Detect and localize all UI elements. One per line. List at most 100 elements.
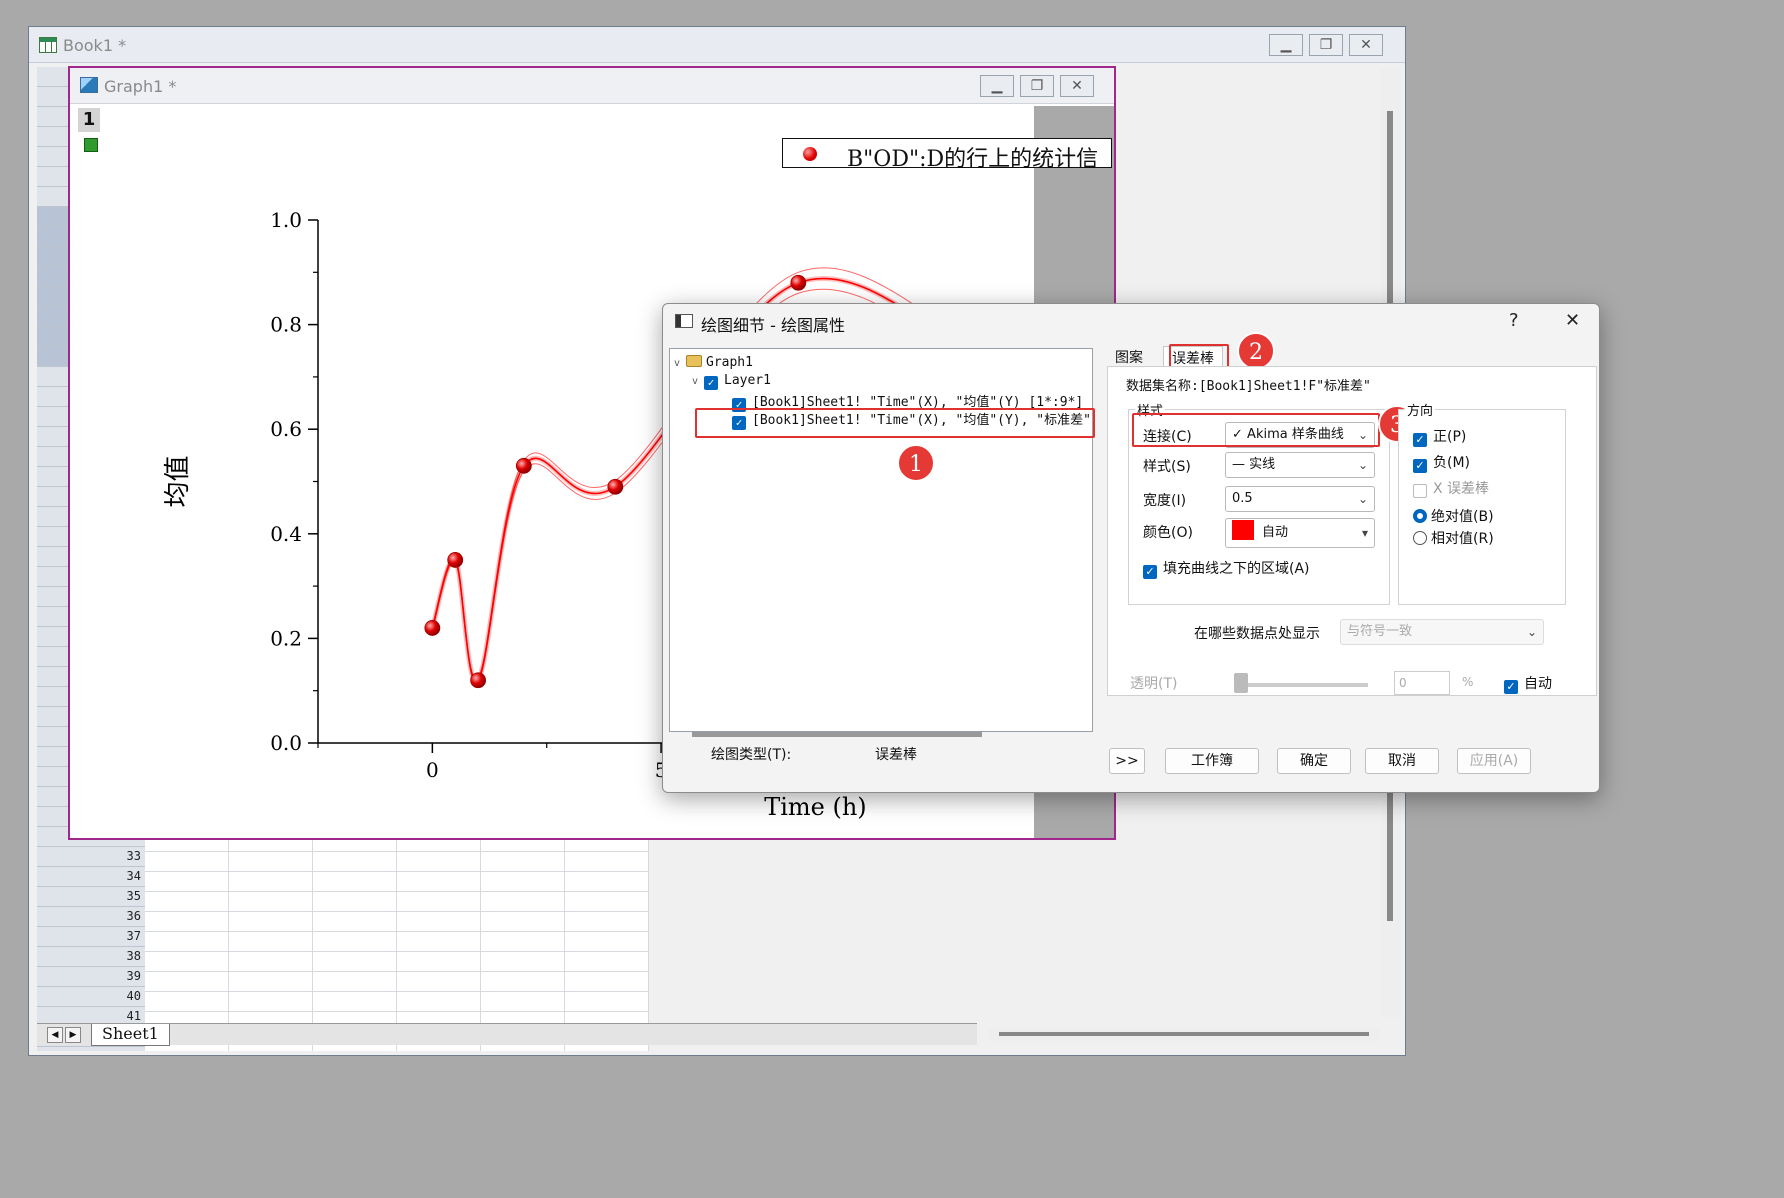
ok-button[interactable]: 确定 <box>1277 748 1351 774</box>
show-at-dropdown[interactable]: 与符号一致 ⌄ <box>1340 619 1544 645</box>
y-axis-title[interactable]: 均值 <box>163 455 193 507</box>
line-style-label: 样式(S) <box>1143 459 1191 475</box>
sheet-tab-sheet1[interactable]: Sheet1 <box>91 1024 170 1046</box>
graph-minimize-button[interactable]: ▁ <box>980 75 1014 97</box>
close-button[interactable]: ✕ <box>1349 34 1383 56</box>
cancel-button[interactable]: 取消 <box>1365 748 1439 774</box>
annotation-box-1 <box>695 408 1095 438</box>
color-swatch <box>1232 520 1254 540</box>
chevron-down-icon: ⌄ <box>1357 492 1368 506</box>
checkbox-icon[interactable]: ✓ <box>704 376 718 390</box>
tree-node-layer1[interactable]: v ✓ Layer1 <box>692 373 771 390</box>
dialog-icon <box>675 314 693 328</box>
row-header[interactable]: 35 <box>37 887 145 907</box>
fill-under-curve-checkbox[interactable]: ✓ 填充曲线之下的区域(A) <box>1143 558 1310 579</box>
data-point[interactable] <box>790 274 807 291</box>
row-header[interactable]: 39 <box>37 967 145 987</box>
y-tick-label: 1.0 <box>270 208 302 232</box>
tree-horizontal-scrollbar[interactable] <box>676 729 1088 739</box>
direction-group-title: 方向 <box>1405 400 1436 419</box>
collapse-icon[interactable]: v <box>692 376 704 387</box>
checkbox-icon[interactable]: ✓ <box>1413 459 1427 473</box>
dropdown-triangle-icon: ▾ <box>1361 526 1368 540</box>
annotation-box-3 <box>1132 413 1380 447</box>
checkbox-icon[interactable]: ✓ <box>1143 565 1157 579</box>
color-dropdown[interactable]: 自动 ▾ <box>1225 518 1375 548</box>
graph1-titlebar[interactable]: Graph1 * ▁ ❐ ✕ <box>70 68 1114 104</box>
sheet-tab-bar: ◀ ▶ Sheet1 <box>37 1023 977 1046</box>
sheet-prev-button[interactable]: ◀ <box>47 1027 63 1043</box>
y-tick-label: 0.8 <box>270 313 302 337</box>
transparency-label: 透明(T) <box>1130 676 1178 692</box>
annotation-badge-1: 1 <box>897 444 935 482</box>
transparency-slider-thumb[interactable] <box>1234 673 1248 693</box>
x-error-bar-checkbox[interactable]: ✓X 误差棒 <box>1413 478 1489 498</box>
x-tick-label: 0 <box>426 758 439 782</box>
book1-title: Book1 * <box>63 36 127 55</box>
direction-group: 方向 ✓正(P) ✓负(M) ✓X 误差棒 绝对值(B) 相对值(R) <box>1398 400 1566 605</box>
y-tick-label: 0.6 <box>270 417 302 441</box>
negative-checkbox[interactable]: ✓ 负(M) <box>1413 452 1470 473</box>
show-at-label: 在哪些数据点处显示 <box>1194 626 1320 642</box>
book1-titlebar[interactable]: Book1 * ▁ ❐ ✕ <box>29 27 1405 63</box>
width-dropdown[interactable]: 0.5 ⌄ <box>1225 486 1375 512</box>
row-header[interactable]: 37 <box>37 927 145 947</box>
relative-value-radio[interactable]: 相对值(R) <box>1413 528 1494 548</box>
color-label: 颜色(O) <box>1143 525 1193 541</box>
folder-icon <box>686 355 702 367</box>
help-button[interactable]: ? <box>1509 310 1519 331</box>
row-header[interactable]: 36 <box>37 907 145 927</box>
legend-text: B"OD":D的行上的统计信 <box>847 147 1099 172</box>
graph1-title: Graph1 * <box>104 77 177 96</box>
dialog-close-button[interactable]: ✕ <box>1565 310 1580 331</box>
line-style-dropdown[interactable]: — 实线 ⌄ <box>1225 452 1375 478</box>
graph-icon <box>80 77 98 93</box>
collapse-icon[interactable]: v <box>674 358 686 369</box>
absolute-value-radio[interactable]: 绝对值(B) <box>1413 506 1494 526</box>
more-button[interactable]: >> <box>1109 748 1145 774</box>
graph-close-button[interactable]: ✕ <box>1060 75 1094 97</box>
chevron-down-icon: ⌄ <box>1357 458 1368 472</box>
y-tick-label: 0.4 <box>270 522 302 546</box>
data-point[interactable] <box>515 457 532 474</box>
graph-restore-button[interactable]: ❐ <box>1020 75 1054 97</box>
dialog-title: 绘图细节 - 绘图属性 <box>701 316 845 335</box>
error-bar-tab-panel: 数据集名称:[Book1]Sheet1!F"标准差" 样式 连接(C) ✓ Ak… <box>1107 366 1597 696</box>
row-header[interactable]: 34 <box>37 867 145 887</box>
row-header[interactable]: 33 <box>37 847 145 867</box>
positive-checkbox[interactable]: ✓ 正(P) <box>1413 426 1466 447</box>
legend[interactable]: B"OD":D的行上的统计信 <box>782 138 1112 172</box>
radio-icon[interactable] <box>1413 531 1427 545</box>
radio-icon[interactable] <box>1413 509 1427 523</box>
sheet-next-button[interactable]: ▶ <box>65 1027 81 1043</box>
checkbox-icon[interactable]: ✓ <box>1504 680 1518 694</box>
width-label: 宽度(I) <box>1143 493 1187 509</box>
auto-checkbox[interactable]: ✓ 自动 <box>1504 673 1552 694</box>
data-point[interactable] <box>447 552 464 568</box>
apply-button[interactable]: 应用(A) <box>1457 748 1531 774</box>
x-axis-title[interactable]: Time (h) <box>764 793 866 821</box>
tree-node-graph1[interactable]: v Graph1 <box>674 355 753 370</box>
horizontal-scrollbar[interactable] <box>989 1027 1379 1041</box>
tree-scroll-thumb[interactable] <box>692 732 982 737</box>
checkbox-icon[interactable]: ✓ <box>1413 484 1427 498</box>
horizontal-scroll-thumb[interactable] <box>999 1032 1369 1036</box>
chevron-down-icon: ⌄ <box>1526 625 1537 639</box>
minimize-button[interactable]: ▁ <box>1269 34 1303 56</box>
y-tick-label: 0.2 <box>270 626 302 650</box>
solid-line-icon: — <box>1232 457 1245 472</box>
restore-button[interactable]: ❐ <box>1309 34 1343 56</box>
workbook-icon <box>39 37 57 53</box>
transparency-spinner[interactable]: 0 <box>1394 671 1450 695</box>
plot-type-label: 绘图类型(T): <box>711 747 792 763</box>
row-header[interactable]: 38 <box>37 947 145 967</box>
annotation-badge-2: 2 <box>1237 332 1275 370</box>
transparency-slider[interactable] <box>1238 683 1368 687</box>
data-point[interactable] <box>607 478 624 495</box>
row-header[interactable]: 40 <box>37 987 145 1007</box>
plot-tree[interactable]: v Graph1 v ✓ Layer1 ✓ [Book1]Sheet1! "Time"(… <box>669 348 1093 737</box>
data-point[interactable] <box>424 620 441 636</box>
checkbox-icon[interactable]: ✓ <box>1413 433 1427 447</box>
data-point[interactable] <box>470 672 487 689</box>
workbook-button[interactable]: 工作簿 <box>1165 748 1259 774</box>
